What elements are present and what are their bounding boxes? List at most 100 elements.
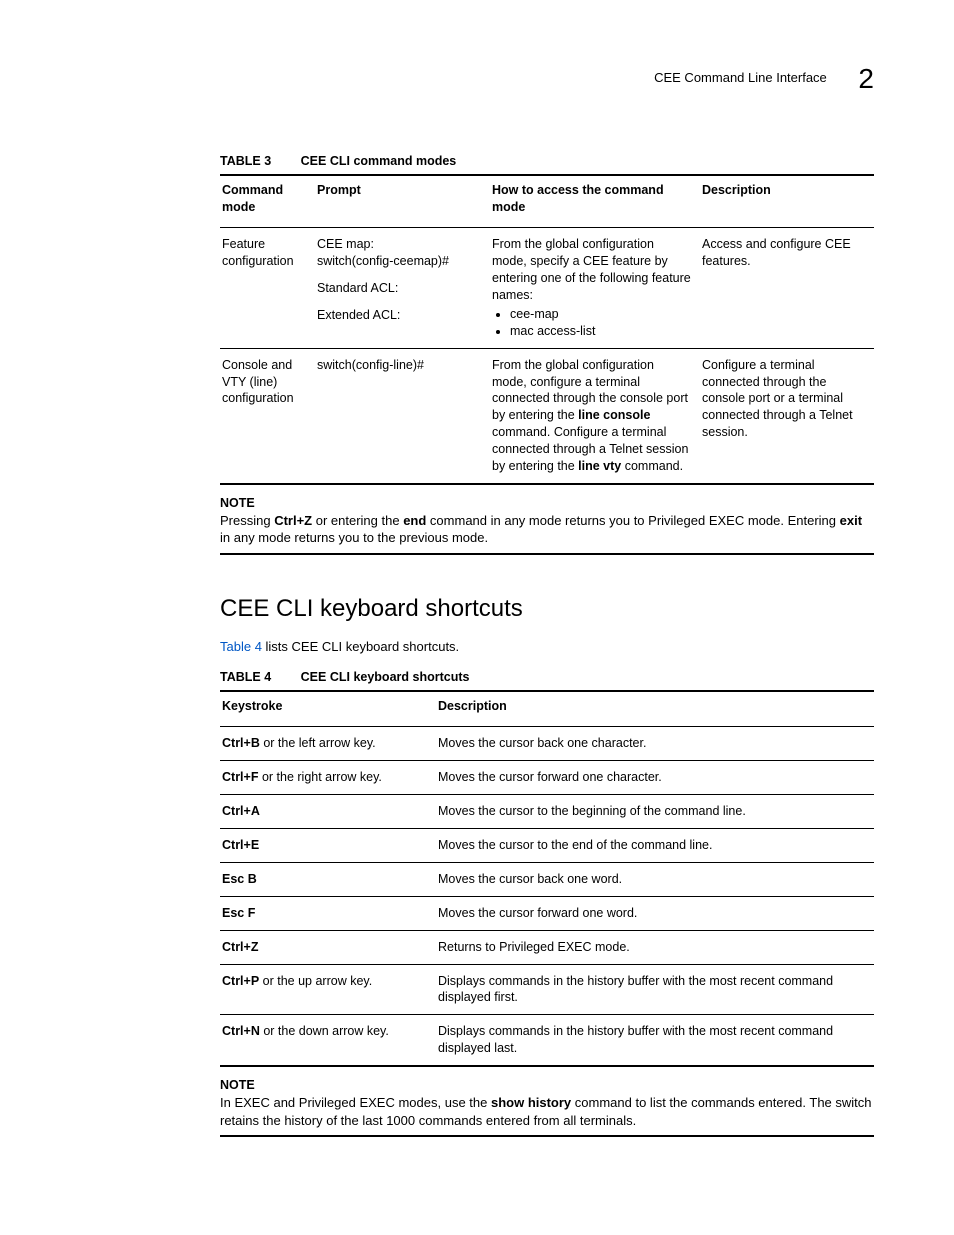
- table4-row: Esc F Moves the cursor forward one word.: [220, 896, 874, 930]
- table4-title: CEE CLI keyboard shortcuts: [301, 670, 470, 684]
- n2b1: show history: [491, 1095, 571, 1110]
- table4-keystroke: Ctrl+P or the up arrow key.: [220, 964, 436, 1015]
- section-heading: CEE CLI keyboard shortcuts: [220, 593, 874, 625]
- table3-title: CEE CLI command modes: [301, 154, 457, 168]
- keystroke-suffix: or the up arrow key.: [259, 974, 372, 988]
- table4-desc: Moves the cursor to the end of the comma…: [436, 829, 874, 863]
- table4-keystroke: Ctrl+A: [220, 795, 436, 829]
- table4-keystroke: Ctrl+B or the left arrow key.: [220, 727, 436, 761]
- table3-header-row: Command mode Prompt How to access the co…: [220, 175, 874, 228]
- keystroke-suffix: or the right arrow key.: [258, 770, 381, 784]
- table3-h2: Prompt: [315, 175, 490, 228]
- table3-label: TABLE 3: [220, 154, 271, 168]
- note1: NOTE Pressing Ctrl+Z or entering the end…: [220, 495, 874, 555]
- table3-desc: Configure a terminal connected through t…: [700, 348, 874, 484]
- table4-keystroke: Ctrl+N or the down arrow key.: [220, 1015, 436, 1066]
- table4-row: Esc B Moves the cursor back one word.: [220, 862, 874, 896]
- table3-row: Console and VTY (line) configuration swi…: [220, 348, 874, 484]
- table3-access: From the global configuration mode, conf…: [490, 348, 700, 484]
- table4-link[interactable]: Table 4: [220, 639, 262, 654]
- prompt-value: switch(config-ceemap)#: [317, 253, 482, 270]
- table3: Command mode Prompt How to access the co…: [220, 174, 874, 485]
- running-header: CEE Command Line Interface 2: [80, 60, 874, 98]
- table4-row: Ctrl+P or the up arrow key.Displays comm…: [220, 964, 874, 1015]
- table3-caption: TABLE 3 CEE CLI command modes: [220, 153, 874, 170]
- prompt-label: CEE map:: [317, 236, 482, 253]
- t3r1-b1: line console: [578, 408, 650, 422]
- table4-keystroke: Ctrl+E: [220, 829, 436, 863]
- table3-h3: How to access the command mode: [490, 175, 700, 228]
- table3-prompt: CEE map: switch(config-ceemap)# Standard…: [315, 228, 490, 348]
- keystroke-bold: Ctrl+B: [222, 736, 260, 750]
- note1-heading: NOTE: [220, 495, 874, 512]
- n1b3: exit: [840, 513, 862, 528]
- feature-item: cee-map: [510, 306, 692, 323]
- note1-body: Pressing Ctrl+Z or entering the end comm…: [220, 512, 874, 555]
- prompt-label: Standard ACL:: [317, 280, 482, 297]
- table3-h1: Command mode: [220, 175, 315, 228]
- feature-list: cee-map mac access-list: [492, 306, 692, 340]
- table4-h2: Description: [436, 691, 874, 727]
- table4-desc: Moves the cursor back one character.: [436, 727, 874, 761]
- table4-row: Ctrl+F or the right arrow key.Moves the …: [220, 761, 874, 795]
- table4-desc: Displays commands in the history buffer …: [436, 964, 874, 1015]
- section-intro-rest: lists CEE CLI keyboard shortcuts.: [262, 639, 459, 654]
- keystroke-bold: Ctrl+N: [222, 1024, 260, 1038]
- table4-h1: Keystroke: [220, 691, 436, 727]
- prompt-block: CEE map: switch(config-ceemap)#: [317, 236, 482, 270]
- prompt-block: Extended ACL:: [317, 307, 482, 324]
- n1p3: command in any mode returns you to Privi…: [426, 513, 839, 528]
- access-intro: From the global configuration mode, spec…: [492, 237, 691, 302]
- table4-keystroke: Ctrl+F or the right arrow key.: [220, 761, 436, 795]
- n1p1: Pressing: [220, 513, 274, 528]
- table3-prompt: switch(config-line)#: [315, 348, 490, 484]
- note2-body: In EXEC and Privileged EXEC modes, use t…: [220, 1094, 874, 1137]
- table4-keystroke: Esc B: [220, 862, 436, 896]
- table4-desc: Moves the cursor forward one character.: [436, 761, 874, 795]
- content-area: TABLE 3 CEE CLI command modes Command mo…: [220, 153, 874, 1137]
- n1p4: in any mode returns you to the previous …: [220, 530, 488, 545]
- page: CEE Command Line Interface 2 TABLE 3 CEE…: [0, 0, 954, 1235]
- prompt-block: Standard ACL:: [317, 280, 482, 297]
- note2: NOTE In EXEC and Privileged EXEC modes, …: [220, 1077, 874, 1137]
- keystroke-bold: Ctrl+F: [222, 770, 258, 784]
- t3r1-b2: line vty: [578, 459, 621, 473]
- table4-desc: Displays commands in the history buffer …: [436, 1015, 874, 1066]
- section-intro: Table 4 lists CEE CLI keyboard shortcuts…: [220, 638, 874, 656]
- keystroke-bold: Ctrl+E: [222, 838, 259, 852]
- table4: Keystroke Description Ctrl+B or the left…: [220, 690, 874, 1068]
- n1b2: end: [403, 513, 426, 528]
- prompt-label: Extended ACL:: [317, 307, 482, 324]
- table4-desc: Returns to Privileged EXEC mode.: [436, 930, 874, 964]
- table3-access: From the global configuration mode, spec…: [490, 228, 700, 348]
- table4-desc: Moves the cursor forward one word.: [436, 896, 874, 930]
- n2p1: In EXEC and Privileged EXEC modes, use t…: [220, 1095, 491, 1110]
- n1b1: Ctrl+Z: [274, 513, 312, 528]
- table4-label: TABLE 4: [220, 670, 271, 684]
- keystroke-suffix: or the left arrow key.: [260, 736, 376, 750]
- table4-desc: Moves the cursor back one word.: [436, 862, 874, 896]
- table3-mode: Feature configuration: [220, 228, 315, 348]
- keystroke-bold: Esc B: [222, 872, 257, 886]
- table4-keystroke: Esc F: [220, 896, 436, 930]
- table4-caption: TABLE 4 CEE CLI keyboard shortcuts: [220, 669, 874, 686]
- keystroke-bold: Ctrl+A: [222, 804, 260, 818]
- note2-heading: NOTE: [220, 1077, 874, 1094]
- keystroke-bold: Ctrl+P: [222, 974, 259, 988]
- table3-h4: Description: [700, 175, 874, 228]
- table4-row: Ctrl+A Moves the cursor to the beginning …: [220, 795, 874, 829]
- table4-row: Ctrl+E Moves the cursor to the end of the…: [220, 829, 874, 863]
- table4-keystroke: Ctrl+Z: [220, 930, 436, 964]
- feature-item: mac access-list: [510, 323, 692, 340]
- keystroke-bold: Ctrl+Z: [222, 940, 258, 954]
- table4-header-row: Keystroke Description: [220, 691, 874, 727]
- t3r1-p3: command.: [621, 459, 683, 473]
- table3-row: Feature configuration CEE map: switch(co…: [220, 228, 874, 348]
- table4-row: Ctrl+N or the down arrow key.Displays co…: [220, 1015, 874, 1066]
- table4-row: Ctrl+Z Returns to Privileged EXEC mode.: [220, 930, 874, 964]
- table3-desc: Access and configure CEE features.: [700, 228, 874, 348]
- keystroke-bold: Esc F: [222, 906, 255, 920]
- n1p2: or entering the: [312, 513, 403, 528]
- chapter-number: 2: [858, 60, 874, 98]
- table4-desc: Moves the cursor to the beginning of the…: [436, 795, 874, 829]
